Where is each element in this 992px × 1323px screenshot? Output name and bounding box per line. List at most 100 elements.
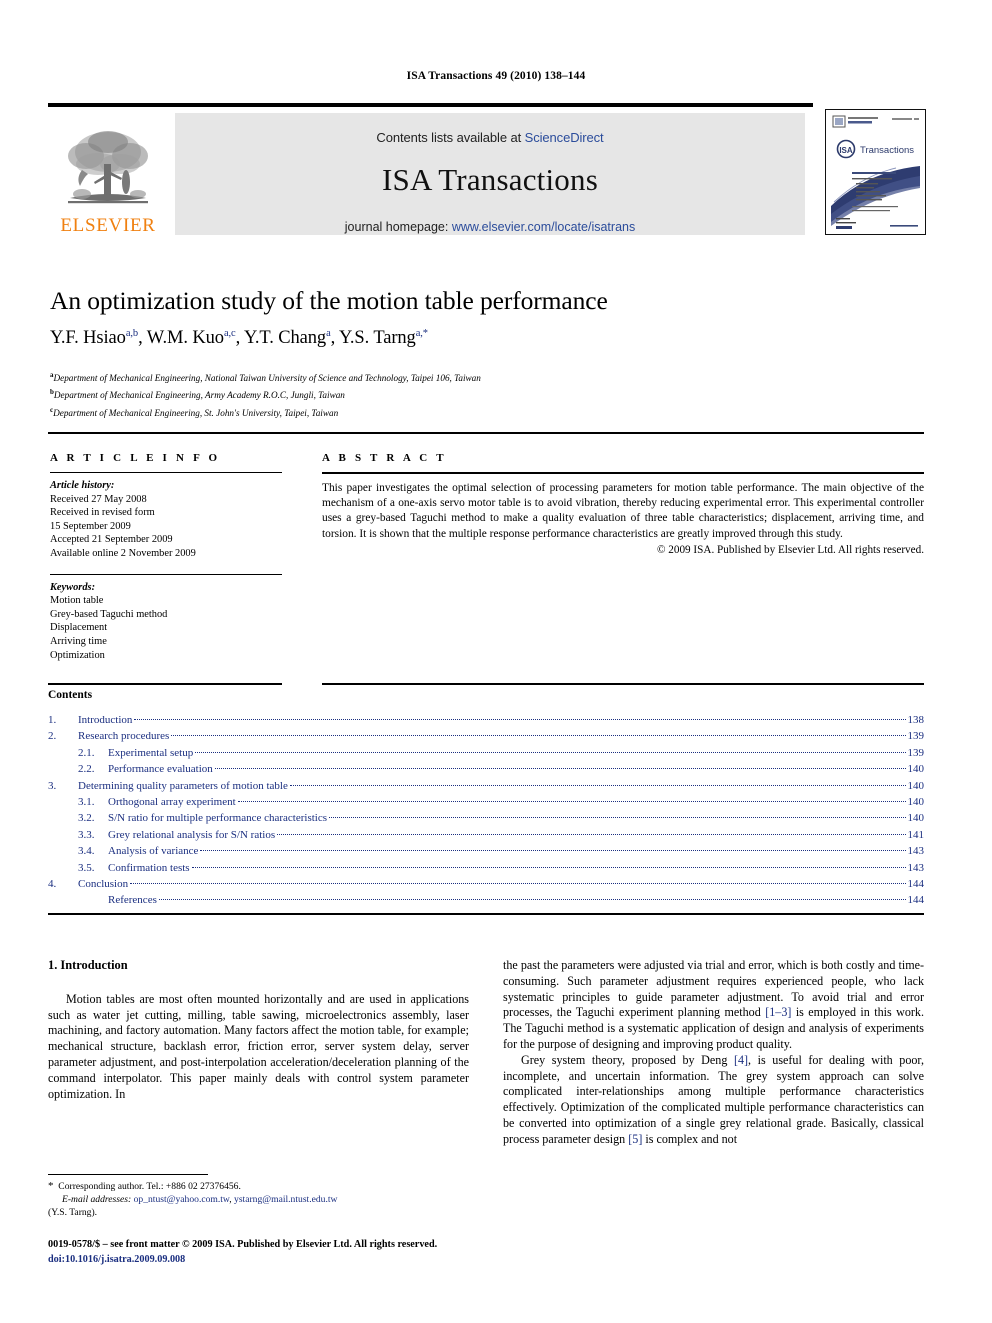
toc-label[interactable]: Grey relational analysis for S/N ratios — [108, 827, 275, 843]
table-of-contents: 1. Introduction 138 2. Research procedur… — [48, 712, 924, 909]
toc-label[interactable]: Experimental setup — [108, 745, 193, 761]
article-history-label: Article history: — [50, 480, 115, 491]
toc-entry[interactable]: 3. Determining quality parameters of mot… — [48, 778, 924, 794]
email-link[interactable]: ystarng@mail.ntust.edu.tw — [234, 1194, 337, 1205]
toc-label[interactable]: S/N ratio for multiple performance chara… — [108, 810, 327, 826]
toc-entry[interactable]: 1. Introduction 138 — [48, 712, 924, 728]
toc-label[interactable]: Performance evaluation — [108, 761, 213, 777]
toc-page-number: 138 — [907, 714, 925, 726]
page-title: An optimization study of the motion tabl… — [50, 286, 608, 315]
sciencedirect-link[interactable]: ScienceDirect — [525, 130, 604, 145]
toc-page-number: 140 — [907, 812, 925, 825]
toc-dot-leader — [289, 784, 906, 786]
contents-heading: Contents — [48, 689, 93, 701]
paper-page: ISA Transactions 49 (2010) 138–144 ELSEV… — [0, 0, 992, 1323]
author-affil-mark: a,c — [223, 328, 236, 339]
toc-page-number: 141 — [907, 828, 925, 841]
article-info-block: A R T I C L E I N F O Article history: R… — [50, 452, 282, 662]
body-text: Grey system theory, proposed by Deng — [521, 1052, 734, 1067]
keyword-item: Motion table — [50, 595, 104, 607]
divider-above-abstract — [48, 432, 924, 434]
toc-page-number: 139 — [907, 730, 925, 743]
toc-entry[interactable]: 2. Research procedures 139 — [48, 728, 924, 744]
contents-available-line: Contents lists available at ScienceDirec… — [175, 113, 805, 145]
article-info-heading: A R T I C L E I N F O — [50, 452, 221, 464]
journal-masthead: ELSEVIER Contents lists available at Sci… — [48, 103, 813, 237]
abstract-copyright: © 2009 ISA. Published by Elsevier Ltd. A… — [656, 543, 924, 556]
toc-label[interactable]: Analysis of variance — [108, 843, 198, 859]
toc-dot-leader — [134, 719, 906, 720]
abstract-heading: A B S T R A C T — [322, 452, 447, 464]
author-name: Y.T. Chang — [243, 328, 327, 349]
abstract-block: A B S T R A C T This paper investigates … — [322, 452, 924, 556]
toc-page-number: 140 — [907, 796, 925, 809]
running-head: ISA Transactions 49 (2010) 138–144 — [406, 70, 586, 82]
toc-label[interactable]: Determining quality parameters of motion… — [78, 778, 288, 794]
toc-number: 3.2. — [78, 812, 95, 825]
journal-cover-thumbnail: ISA Transactions — [825, 109, 926, 235]
toc-label[interactable]: References — [108, 892, 157, 908]
author-name: Y.F. Hsiao — [50, 328, 126, 349]
toc-label[interactable]: Confirmation tests — [108, 860, 190, 876]
toc-entry[interactable]: References 144 — [48, 892, 924, 908]
toc-label[interactable]: Orthogonal array experiment — [108, 794, 236, 810]
elsevier-wordmark: ELSEVIER — [60, 215, 156, 236]
toc-dot-leader — [214, 768, 906, 770]
abstract-text: This paper investigates the optimal sele… — [322, 482, 924, 540]
citation-link[interactable]: [4] — [734, 1053, 748, 1067]
issn-front-matter: 0019-0578/$ – see front matter © 2009 IS… — [48, 1239, 438, 1250]
keyword-item: Optimization — [50, 649, 105, 661]
toc-number: 3.4. — [78, 845, 95, 858]
toc-entry[interactable]: 3.3. Grey relational analysis for S/N ra… — [48, 827, 924, 843]
author-name: Y.S. Tarng — [339, 328, 416, 349]
divider-keywords — [50, 573, 282, 575]
toc-number: 2. — [48, 730, 57, 743]
article-history-item: Available online 2 November 2009 — [50, 547, 196, 559]
keyword-item: Arriving time — [50, 635, 107, 647]
toc-entry[interactable]: 3.5. Confirmation tests 143 — [48, 860, 924, 876]
author-list: Y.F. Hsiaoa,b, W.M. Kuoa,c, Y.T. Changa,… — [50, 328, 428, 349]
citation-link[interactable]: [5] — [628, 1132, 642, 1146]
toc-label[interactable]: Research procedures — [78, 728, 169, 744]
author-affil-mark: a — [326, 328, 331, 339]
section-heading-introduction: 1. Introduction — [48, 958, 128, 972]
toc-dot-leader — [195, 751, 906, 753]
email-link[interactable]: op_ntust@yahoo.com.tw — [134, 1194, 230, 1205]
toc-page-number: 140 — [907, 779, 925, 792]
email-owner: (Y.S. Tarng). — [48, 1207, 98, 1219]
toc-entry[interactable]: 3.4. Analysis of variance 143 — [48, 843, 924, 859]
journal-homepage-link[interactable]: www.elsevier.com/locate/isatrans — [452, 220, 635, 234]
journal-title: ISA Transactions — [382, 162, 598, 197]
toc-number: 2.2. — [78, 763, 95, 776]
divider-contents-left — [48, 683, 282, 685]
affiliation-item: aDepartment of Mechanical Engineering, N… — [50, 368, 481, 385]
asterisk-icon: * — [48, 1180, 54, 1192]
contents-available-text: Contents lists available at — [376, 130, 525, 145]
toc-entry[interactable]: 3.2. S/N ratio for multiple performance … — [48, 810, 924, 826]
toc-dot-leader — [329, 817, 906, 819]
toc-entry[interactable]: 3.1. Orthogonal array experiment 140 — [48, 794, 924, 810]
toc-page-number: 144 — [907, 878, 925, 891]
toc-dot-leader — [171, 735, 906, 737]
toc-dot-leader — [158, 899, 906, 901]
body-paragraph: Grey system theory, proposed by Deng [4]… — [503, 1053, 924, 1148]
toc-number: 3. — [48, 779, 57, 792]
imprint-block: 0019-0578/$ – see front matter © 2009 IS… — [48, 1238, 518, 1267]
toc-label[interactable]: Conclusion — [78, 876, 128, 892]
toc-entry[interactable]: 2.2. Performance evaluation 140 — [48, 761, 924, 777]
divider-abstract — [322, 472, 924, 474]
footnote-block: * Corresponding author. Tel.: +886 02 27… — [48, 1180, 478, 1220]
toc-page-number: 140 — [907, 763, 925, 776]
keyword-item: Displacement — [50, 622, 108, 634]
doi-link[interactable]: doi:10.1016/j.isatra.2009.09.008 — [48, 1253, 518, 1268]
toc-dot-leader — [237, 801, 906, 803]
elsevier-logo: ELSEVIER — [48, 113, 168, 235]
citation-link[interactable]: [1–3] — [765, 1005, 791, 1019]
keywords-block: Keywords: Motion table Grey-based Taguch… — [50, 581, 282, 663]
toc-entry[interactable]: 2.1. Experimental setup 139 — [48, 745, 924, 761]
toc-label[interactable]: Introduction — [78, 712, 132, 728]
toc-entry[interactable]: 4. Conclusion 144 — [48, 876, 924, 892]
svg-text:ISA: ISA — [839, 146, 853, 155]
toc-dot-leader — [191, 866, 906, 868]
journal-homepage-line: journal homepage: www.elsevier.com/locat… — [175, 220, 805, 234]
